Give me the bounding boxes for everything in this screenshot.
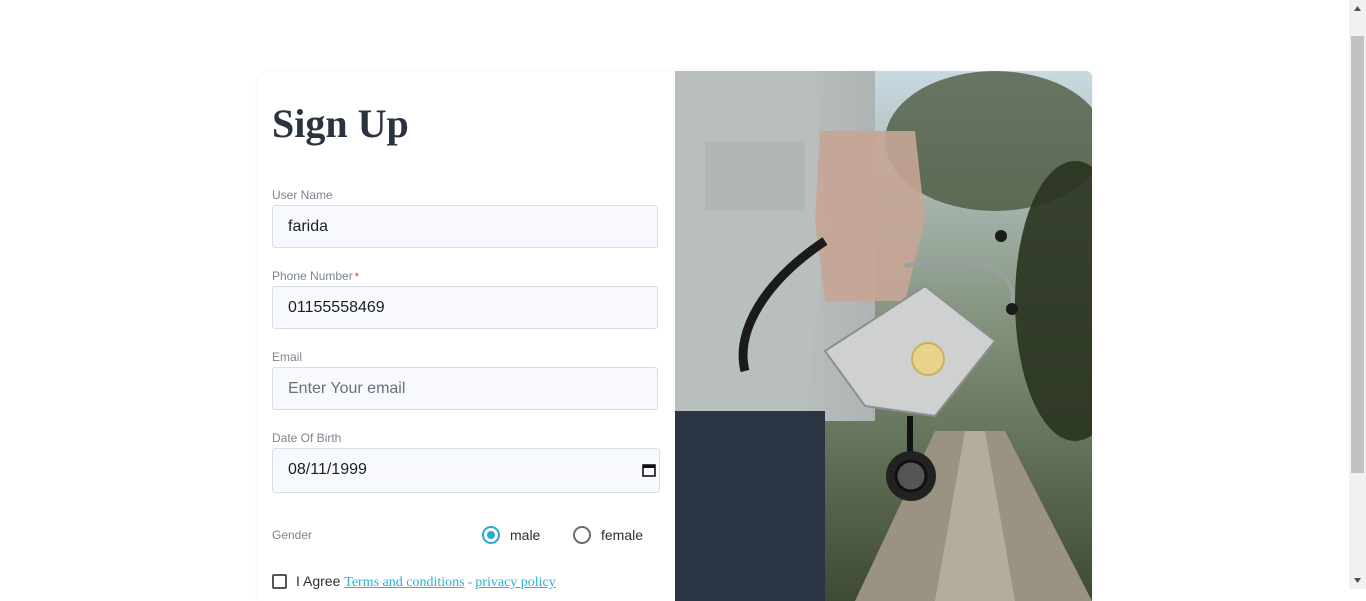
page-title: Sign Up: [272, 101, 409, 146]
gender-female-label[interactable]: female: [601, 527, 643, 543]
agree-text: I Agree Terms and conditions - privacy pol…: [296, 573, 556, 591]
signup-card: Sign Up User Name Phone Number* Email Da…: [257, 71, 1092, 601]
phone-label: Phone Number *: [272, 269, 359, 283]
dob-input[interactable]: 08/11/1999: [272, 448, 660, 493]
gender-male-radio[interactable]: [482, 526, 500, 544]
doctor-photo: [675, 71, 1092, 601]
calendar-icon[interactable]: [642, 463, 656, 477]
page-scrollbar[interactable]: [1349, 0, 1366, 589]
username-label: User Name: [272, 188, 333, 202]
signup-form: Sign Up User Name Phone Number* Email Da…: [272, 71, 660, 601]
scroll-up-arrow-icon[interactable]: [1349, 0, 1366, 17]
privacy-link[interactable]: privacy policy: [475, 575, 555, 590]
scroll-thumb[interactable]: [1351, 36, 1364, 473]
username-input[interactable]: [272, 205, 658, 248]
phone-input[interactable]: [272, 286, 658, 329]
terms-link[interactable]: Terms and conditions: [344, 575, 464, 590]
gender-male-label[interactable]: male: [510, 527, 540, 543]
agree-label: I Agree: [296, 573, 341, 589]
dob-value: 08/11/1999: [288, 461, 367, 478]
email-label: Email: [272, 350, 303, 364]
email-input[interactable]: [272, 367, 658, 410]
gender-label: Gender: [272, 528, 313, 542]
scroll-down-arrow-icon[interactable]: [1349, 572, 1366, 589]
link-separator: -: [467, 575, 473, 590]
required-mark: *: [354, 271, 359, 283]
dob-label: Date Of Birth: [272, 431, 342, 445]
gender-female-radio[interactable]: [573, 526, 591, 544]
agree-checkbox[interactable]: [272, 574, 287, 589]
